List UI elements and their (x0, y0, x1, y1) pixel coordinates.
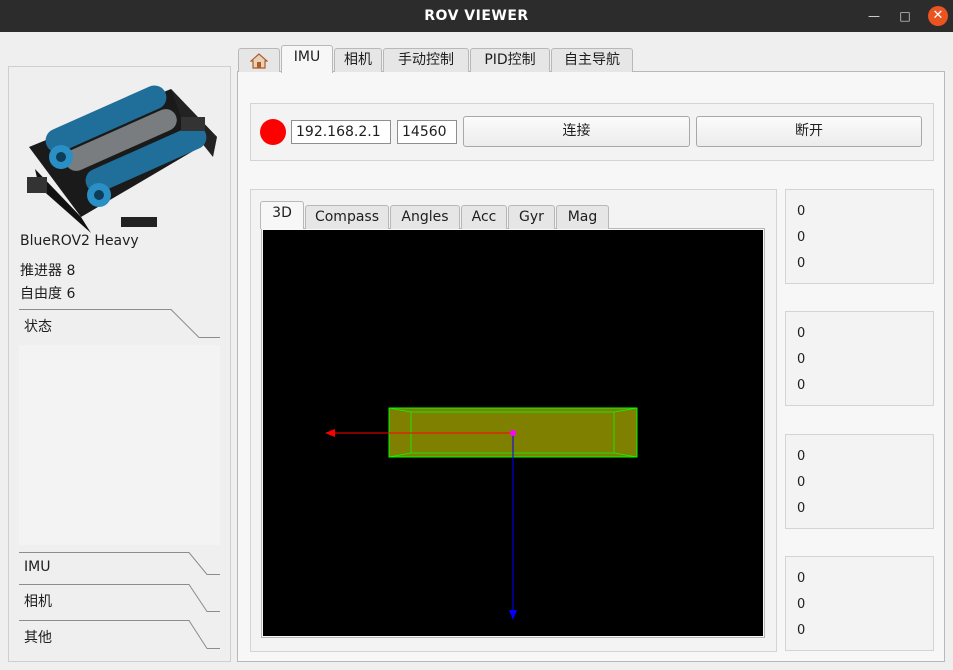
readout-value: 0 (797, 475, 806, 490)
toolbox-tab-status-label: 状态 (24, 319, 52, 335)
origin-marker (510, 430, 516, 436)
toolbox-tab-imu[interactable]: IMU (19, 552, 220, 582)
minimize-icon[interactable]: — (864, 6, 884, 26)
maximize-icon[interactable]: □ (895, 6, 915, 26)
imu-tab-gyr[interactable]: Gyr (508, 205, 555, 229)
z-axis-arrow (509, 433, 517, 620)
toolbox-tab-imu-label: IMU (24, 559, 51, 575)
imu-tab-angles[interactable]: Angles (390, 205, 460, 229)
imu-3d-view[interactable] (263, 230, 763, 636)
ip-address-field[interactable]: 192.168.2.1 (291, 120, 391, 144)
tab-autonomous-nav[interactable]: 自主导航 (551, 48, 633, 72)
rov-dof: 自由度 6 (20, 286, 76, 302)
tab-manual-control[interactable]: 手动控制 (383, 48, 469, 72)
rov-info-panel: BlueROV2 Heavy 推进器 8 自由度 6 状态 IMU 相机 其他 (8, 66, 231, 662)
connection-status-indicator (260, 119, 286, 145)
readout-value: 0 (797, 230, 806, 245)
rov-model-name: BlueROV2 Heavy (20, 233, 139, 249)
readout-value: 0 (797, 204, 806, 219)
tab-home[interactable] (238, 48, 280, 72)
readout-value: 0 (797, 623, 806, 638)
toolbox-tab-status[interactable]: 状态 (19, 309, 220, 339)
readout-box-1: 0 0 0 (785, 189, 934, 284)
tab-camera[interactable]: 相机 (334, 48, 382, 72)
rov-thruster-count: 推进器 8 (20, 263, 76, 279)
disconnect-button[interactable]: 断开 (696, 116, 922, 147)
readout-box-2: 0 0 0 (785, 311, 934, 406)
title-bar: ROV VIEWER — □ ✕ (0, 0, 953, 32)
imu-tab-acc[interactable]: Acc (461, 205, 507, 229)
toolbox-tab-camera[interactable]: 相机 (19, 584, 220, 614)
readout-box-3: 0 0 0 (785, 434, 934, 529)
window-title: ROV VIEWER (424, 8, 529, 24)
toolbox-tab-camera-label: 相机 (24, 594, 52, 610)
readout-value: 0 (797, 326, 806, 341)
connect-button[interactable]: 连接 (463, 116, 690, 147)
readout-value: 0 (797, 352, 806, 367)
status-content (19, 345, 220, 545)
readout-value: 0 (797, 571, 806, 586)
readout-value: 0 (797, 378, 806, 393)
port-field[interactable]: 14560 (397, 120, 457, 144)
tab-pid-control[interactable]: PID控制 (470, 48, 550, 72)
readout-value: 0 (797, 501, 806, 516)
toolbox-tab-other-label: 其他 (24, 630, 52, 646)
imu-tab-mag[interactable]: Mag (556, 205, 609, 229)
toolbox-tab-other[interactable]: 其他 (19, 620, 220, 650)
home-icon (249, 53, 269, 69)
readout-value: 0 (797, 449, 806, 464)
rov-image (27, 85, 217, 233)
close-icon[interactable]: ✕ (928, 6, 948, 26)
imu-tab-3d[interactable]: 3D (260, 201, 304, 229)
readout-box-4: 0 0 0 (785, 556, 934, 651)
tab-imu[interactable]: IMU (281, 45, 333, 73)
readout-value: 0 (797, 597, 806, 612)
imu-tab-compass[interactable]: Compass (305, 205, 389, 229)
readout-value: 0 (797, 256, 806, 271)
